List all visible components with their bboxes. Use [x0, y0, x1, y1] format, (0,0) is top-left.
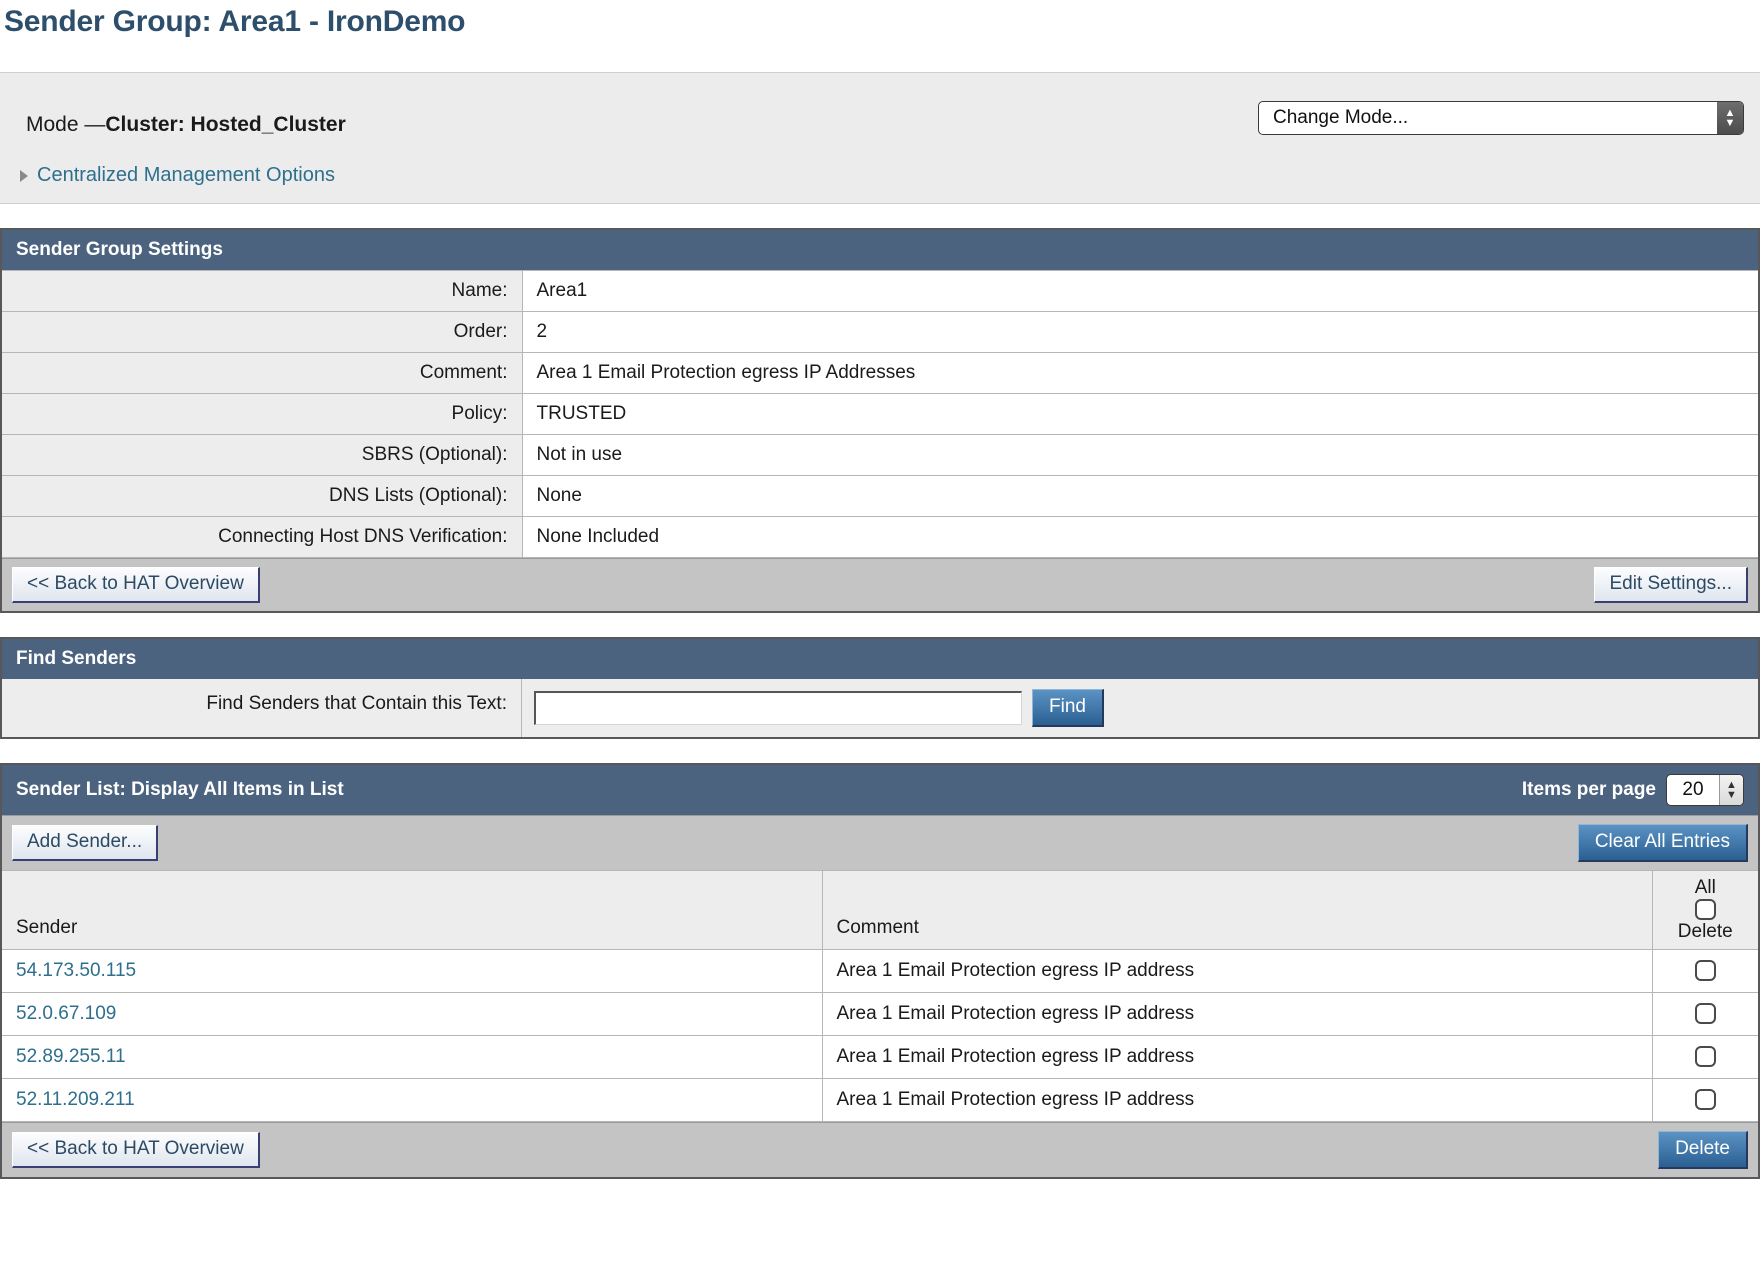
select-all-checkbox[interactable]: [1694, 899, 1716, 921]
items-per-page-control: Items per page 20 ▲ ▼: [1522, 774, 1744, 806]
settings-value: TRUSTED: [521, 393, 1758, 435]
settings-row-sbrs: SBRS (Optional): Not in use: [2, 434, 1758, 476]
settings-row-dns-lists: DNS Lists (Optional): None: [2, 475, 1758, 517]
chevron-up-down-icon[interactable]: ▲ ▼: [1719, 775, 1743, 805]
sender-cell: 52.89.255.11: [2, 1034, 823, 1079]
settings-label: DNS Lists (Optional):: [2, 475, 523, 517]
sender-group-settings-title: Sender Group Settings: [16, 239, 223, 260]
settings-value: Area1: [521, 270, 1758, 312]
settings-value: Area 1 Email Protection egress IP Addres…: [521, 352, 1758, 394]
column-header-delete: All Delete: [1651, 870, 1758, 950]
column-header-comment: Comment: [821, 870, 1653, 950]
table-row: 52.89.255.11 Area 1 Email Protection egr…: [2, 1034, 1758, 1079]
delete-all-label: All: [1694, 877, 1716, 898]
mode-status: Mode —Cluster: Hosted_Cluster: [26, 113, 346, 137]
settings-value: None: [521, 475, 1758, 517]
settings-label: Order:: [2, 311, 523, 353]
items-per-page-select[interactable]: 20 ▲ ▼: [1666, 774, 1744, 806]
centralized-management-options-link[interactable]: Centralized Management Options: [37, 164, 335, 187]
delete-cell: [1651, 991, 1758, 1036]
delete-cell: [1651, 1034, 1758, 1079]
sender-group-settings-table: Name: Area1 Order: 2 Comment: Area 1 Ema…: [2, 270, 1758, 558]
sender-cell: 54.173.50.115: [2, 948, 823, 993]
sender-group-settings-header: Sender Group Settings: [2, 230, 1758, 270]
sender-list-header-row: Sender Comment All Delete: [2, 870, 1758, 950]
clear-all-entries-button[interactable]: Clear All Entries: [1577, 824, 1748, 862]
settings-label: Name:: [2, 270, 523, 312]
find-senders-panel: Find Senders Find Senders that Contain t…: [0, 637, 1760, 739]
settings-label: Connecting Host DNS Verification:: [2, 516, 523, 558]
sender-cell: 52.11.209.211: [2, 1077, 823, 1122]
sender-list-actions: << Back to HAT Overview Delete: [2, 1121, 1758, 1177]
comment-cell: Area 1 Email Protection egress IP addres…: [821, 1077, 1653, 1122]
find-senders-title: Find Senders: [16, 648, 137, 669]
settings-row-order: Order: 2: [2, 311, 1758, 353]
mode-value: Cluster: Hosted_Cluster: [105, 113, 346, 136]
delete-button[interactable]: Delete: [1658, 1130, 1748, 1169]
find-senders-controls: Find: [522, 679, 1758, 737]
sender-list-header: Sender List: Display All Items in List I…: [2, 765, 1758, 815]
settings-row-host-dns-verification: Connecting Host DNS Verification: None I…: [2, 516, 1758, 558]
delete-label: Delete: [1677, 920, 1733, 942]
row-delete-checkbox[interactable]: [1694, 1003, 1716, 1025]
delete-cell: [1651, 1077, 1758, 1122]
settings-row-comment: Comment: Area 1 Email Protection egress …: [2, 352, 1758, 394]
row-delete-checkbox[interactable]: [1694, 1046, 1716, 1068]
settings-label: SBRS (Optional):: [2, 434, 523, 476]
items-per-page-label: Items per page: [1521, 779, 1656, 800]
comment-cell: Area 1 Email Protection egress IP addres…: [821, 948, 1653, 993]
edit-settings-button[interactable]: Edit Settings...: [1594, 567, 1748, 603]
sender-group-settings-actions: << Back to HAT Overview Edit Settings...: [2, 558, 1758, 611]
sender-list-panel: Sender List: Display All Items in List I…: [0, 763, 1760, 1179]
sender-list-toolbar: Add Sender... Clear All Entries: [2, 815, 1758, 870]
mode-bar: Mode —Cluster: Hosted_Cluster Centralize…: [0, 72, 1760, 204]
settings-value: Not in use: [521, 434, 1758, 476]
triangle-right-icon: [20, 169, 28, 182]
find-senders-input[interactable]: [534, 691, 1022, 725]
column-header-sender: Sender: [2, 870, 823, 950]
sender-list-table: Sender Comment All Delete 54.173.50.115 …: [2, 870, 1758, 1122]
sender-link[interactable]: 54.173.50.115: [16, 960, 136, 981]
change-mode-select[interactable]: Change Mode... ▲ ▼: [1258, 101, 1744, 135]
back-to-hat-overview-button[interactable]: << Back to HAT Overview: [12, 567, 260, 603]
find-senders-row: Find Senders that Contain this Text: Fin…: [2, 679, 1758, 737]
sender-list-title: Sender List: Display All Items in List: [16, 779, 344, 800]
row-delete-checkbox[interactable]: [1694, 1089, 1716, 1111]
find-senders-label: Find Senders that Contain this Text:: [2, 679, 522, 737]
change-mode-selected-value: Change Mode...: [1273, 107, 1409, 128]
page-title: Sender Group: Area1 - IronDemo: [4, 5, 466, 38]
find-senders-header: Find Senders: [2, 639, 1758, 679]
chevron-down-glyph: ▼: [1726, 788, 1737, 801]
comment-cell: Area 1 Email Protection egress IP addres…: [821, 1034, 1653, 1079]
sender-link[interactable]: 52.89.255.11: [16, 1046, 126, 1067]
sender-link[interactable]: 52.11.209.211: [16, 1089, 135, 1110]
settings-value: None Included: [521, 516, 1758, 558]
find-button[interactable]: Find: [1032, 689, 1104, 727]
table-row: 52.11.209.211 Area 1 Email Protection eg…: [2, 1077, 1758, 1122]
items-per-page-value: 20: [1682, 779, 1704, 800]
settings-row-policy: Policy: TRUSTED: [2, 393, 1758, 435]
sender-cell: 52.0.67.109: [2, 991, 823, 1036]
settings-label: Policy:: [2, 393, 523, 435]
sender-link[interactable]: 52.0.67.109: [16, 1003, 116, 1024]
add-sender-button[interactable]: Add Sender...: [12, 825, 159, 861]
mode-prefix-label: Mode —: [26, 113, 106, 136]
row-delete-checkbox[interactable]: [1694, 960, 1716, 982]
sender-group-settings-panel: Sender Group Settings Name: Area1 Order:…: [0, 228, 1760, 613]
comment-cell: Area 1 Email Protection egress IP addres…: [821, 991, 1653, 1036]
chevron-up-down-icon[interactable]: ▲ ▼: [1717, 102, 1743, 134]
settings-label: Comment:: [2, 352, 523, 394]
centralized-management-options[interactable]: Centralized Management Options: [20, 164, 335, 187]
back-to-hat-overview-button-bottom[interactable]: << Back to HAT Overview: [12, 1131, 260, 1168]
delete-cell: [1651, 948, 1758, 993]
settings-value: 2: [521, 311, 1758, 353]
settings-row-name: Name: Area1: [2, 270, 1758, 312]
table-row: 52.0.67.109 Area 1 Email Protection egre…: [2, 991, 1758, 1036]
chevron-down-glyph: ▼: [1724, 116, 1736, 129]
table-row: 54.173.50.115 Area 1 Email Protection eg…: [2, 948, 1758, 993]
